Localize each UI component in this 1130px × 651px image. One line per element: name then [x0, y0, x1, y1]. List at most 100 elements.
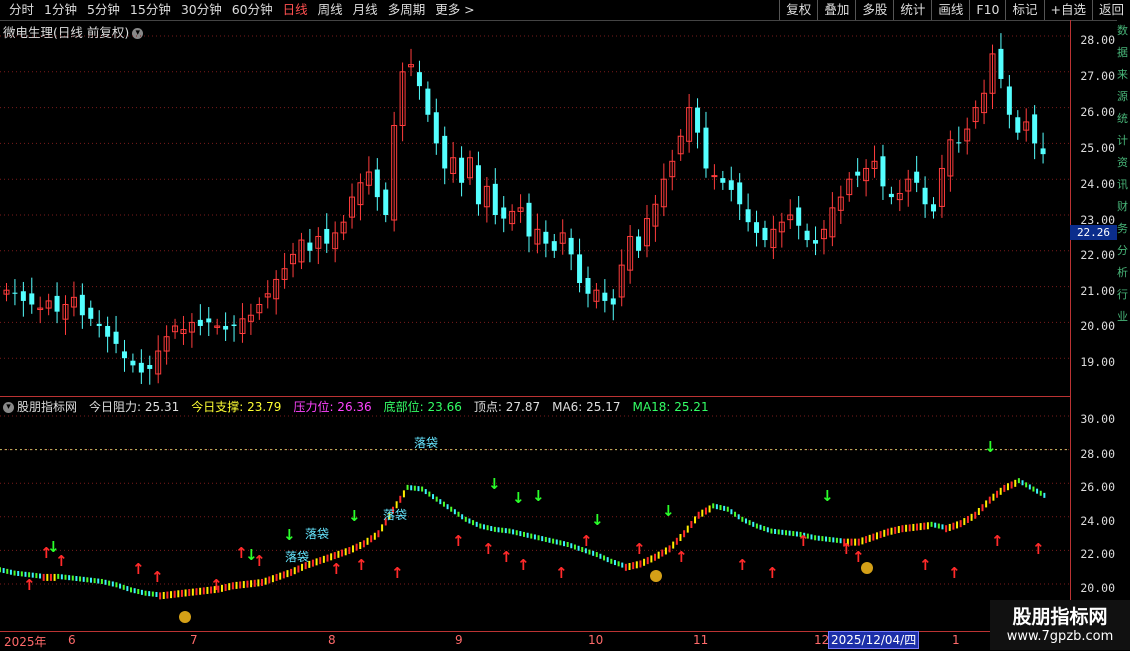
indicator-axis-label-2: 26.00	[1080, 480, 1115, 494]
sell-arrow-icon: ↓	[283, 526, 296, 544]
price-axis-label-1: 27.00	[1080, 69, 1115, 83]
buy-arrow-icon: ↑	[210, 576, 223, 594]
candle-body	[324, 228, 330, 244]
buy-arrow-icon: ↑	[482, 540, 495, 558]
candle-body	[475, 165, 481, 205]
sell-arrow-icon: ↓	[984, 438, 997, 456]
candle-body	[12, 292, 18, 294]
candle-body	[880, 156, 886, 187]
candle-body	[754, 222, 760, 233]
axis-month-6: 6	[68, 633, 76, 647]
candle-body	[1040, 148, 1046, 155]
candle-body	[416, 72, 422, 87]
candle-body	[813, 240, 819, 244]
candle-body	[459, 157, 465, 183]
money-bag-icon	[861, 562, 873, 574]
candle-body	[130, 360, 136, 366]
candle-body	[223, 325, 229, 330]
candle-body	[79, 294, 85, 316]
buy-arrow-icon: ↑	[23, 576, 36, 594]
sell-arrow-icon: ↓	[488, 475, 501, 493]
buy-arrow-icon: ↑	[555, 564, 568, 582]
axis-month-1: 1	[952, 633, 960, 647]
indicator-stat-3: 底部位: 23.66	[383, 400, 462, 414]
price-axis: 28.00 27.00 26.00 25.00 24.00 23.00 22.00 21.00…	[1070, 20, 1118, 632]
indicator-stats: 今日阻力: 25.31 今日支撑: 23.79 压力位: 26.36 底部位: 23.…	[83, 400, 715, 414]
candle-body	[922, 187, 928, 205]
buy-arrow-icon: ↑	[675, 548, 688, 566]
price-axis-label-9: 19.00	[1080, 355, 1115, 369]
sell-arrow-icon: ↓	[821, 487, 834, 505]
buy-arrow-icon: ↑	[633, 540, 646, 558]
candle-body	[796, 207, 802, 226]
buy-arrow-icon: ↑	[500, 548, 513, 566]
indicator-axis-label-3: 24.00	[1080, 514, 1115, 528]
chart-canvas[interactable]: ↑↑ ↑ ↑ ↑ ↑↑ ↑ ↑ ↑ ↑↑ ↑ ↑ ↑ ↑↑ ↑ ↑ ↑ ↑↑ ↑ ↑ ↑ ↑↑ ↑↓ ↓↓↓↓↓ ↓↓ ↓↓↓落…	[0, 0, 1070, 631]
candle-body	[888, 193, 894, 198]
sell-arrow-icon: ↓	[512, 489, 525, 507]
candle-body	[54, 295, 60, 312]
indicator-title: ▾ 股朋指标网 今日阻力: 25.31 今日支撑: 23.79 压力位: 26.36 底部…	[3, 398, 721, 415]
candle-body	[442, 135, 448, 169]
buy-arrow-icon: ↑	[919, 556, 932, 574]
candle-body	[113, 331, 119, 344]
candle-body	[728, 180, 734, 190]
buy-arrow-icon: ↑	[391, 564, 404, 582]
candle-body	[737, 182, 743, 205]
money-bag-icon	[179, 611, 191, 623]
axis-month-8: 8	[328, 633, 336, 647]
candle-body	[610, 298, 616, 305]
sell-arrow-icon: ↓	[662, 502, 675, 520]
candle-body	[931, 204, 937, 212]
axis-year-2025: 2025年	[4, 635, 47, 649]
candle-body	[121, 351, 127, 359]
sell-arrow-icon: ↓	[245, 546, 258, 564]
buy-arrow-icon: ↑	[330, 560, 343, 578]
buy-arrow-icon: ↑	[151, 568, 164, 586]
indicator-stat-1: 今日支撑: 23.79	[191, 400, 282, 414]
indicator-stat-2: 压力位: 26.36	[293, 400, 372, 414]
indicator-stat-5: MA6: 25.17	[552, 400, 621, 414]
candle-body	[720, 178, 726, 183]
annotation-label: 落袋	[414, 436, 438, 450]
candle-body	[762, 227, 768, 241]
collapse-icon[interactable]: ▾	[3, 402, 14, 413]
candle-body	[1032, 114, 1038, 144]
candle-body	[425, 88, 431, 115]
buy-arrow-icon: ↑	[452, 532, 465, 550]
candle-body	[526, 202, 532, 237]
indicator-stat-6: MA18: 25.21	[632, 400, 709, 414]
money-bag-icon	[650, 570, 662, 582]
candle-body	[206, 318, 212, 323]
candle-body	[96, 323, 102, 326]
toolbar-button-8[interactable]: 返回	[1091, 0, 1130, 20]
candle-body	[636, 236, 642, 251]
candle-body	[147, 365, 153, 369]
buy-arrow-icon: ↑	[355, 556, 368, 574]
candle-body	[695, 107, 701, 133]
candle-body	[577, 254, 583, 284]
indicator-name: 股朋指标网	[17, 400, 78, 414]
candle-body	[231, 324, 237, 326]
candle-body	[1015, 117, 1021, 133]
candle-body	[568, 237, 574, 255]
axis-month-11: 11	[693, 633, 709, 647]
candle-body	[551, 241, 557, 251]
candle-body	[745, 209, 751, 223]
buy-arrow-icon: ↑	[736, 556, 749, 574]
candle-body	[855, 171, 861, 176]
candle-body	[492, 183, 498, 215]
annotation-label: 落袋	[305, 527, 329, 541]
price-axis-label-2: 26.00	[1080, 105, 1115, 119]
annotation-label: 落袋	[383, 508, 407, 522]
buy-arrow-icon: ↑	[132, 560, 145, 578]
price-axis-label-0: 28.00	[1080, 33, 1115, 47]
candle-body	[88, 307, 94, 319]
watermark-logo: 股朋指标网 www.7gpzb.com	[990, 600, 1130, 650]
buy-arrow-icon: ↑	[991, 532, 1004, 550]
candle-body	[914, 171, 920, 183]
sell-arrow-icon: ↓	[348, 507, 361, 525]
candle-body	[585, 278, 591, 294]
axis-month-9: 9	[455, 633, 463, 647]
price-axis-label-8: 20.00	[1080, 319, 1115, 333]
